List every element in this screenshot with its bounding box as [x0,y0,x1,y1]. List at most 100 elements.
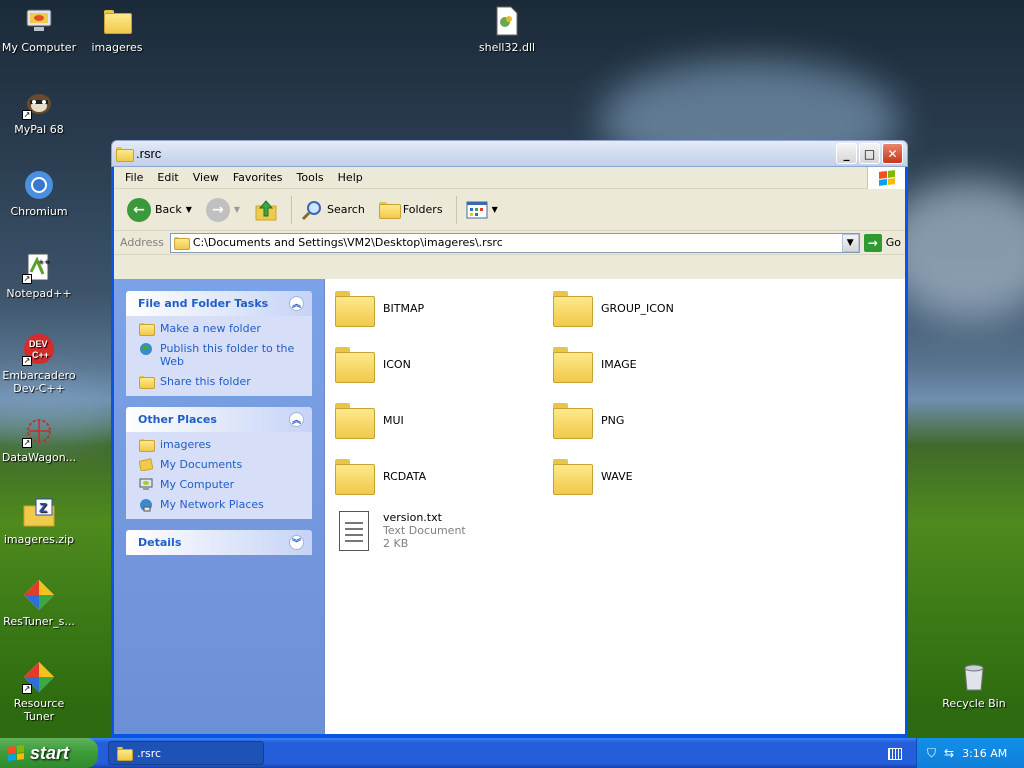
views-button[interactable]: ▼ [461,199,503,221]
task-publish-folder[interactable]: Publish this folder to the Web [138,342,300,368]
address-dropdown-button[interactable]: ▼ [841,233,859,252]
network-icon[interactable]: ⇆ [944,746,954,760]
desktop-icon-label: Embarcadero Dev-C++ [2,369,76,395]
desktop-icon-datawagon[interactable]: ↗ DataWagon... [0,414,78,464]
folder-item[interactable]: RCDATA [335,459,427,495]
folders-button[interactable]: Folders [374,200,448,220]
address-value: C:\Documents and Settings\VM2\Desktop\im… [192,236,503,249]
keyboard-language-icon[interactable] [888,748,902,760]
back-button[interactable]: ← Back ▼ [122,196,197,224]
file-name: MUI [383,413,404,427]
file-name: ICON [383,357,411,371]
desktop-icon-notepadpp[interactable]: ++ ↗ Notepad++ [0,250,78,300]
menu-favorites[interactable]: Favorites [226,171,290,184]
address-bar: Address C:\Documents and Settings\VM2\De… [114,231,905,255]
menu-bar: File Edit View Favorites Tools Help [114,167,905,189]
desktop-icon-recycle-bin[interactable]: Recycle Bin [935,660,1013,710]
taskbar-window-button[interactable]: .rsrc [108,741,264,765]
desktop-icon-shell32[interactable]: shell32.dll [468,4,546,54]
my-computer-icon [22,4,56,38]
windows-logo-icon [867,167,905,189]
desktop-icon-label: ResTuner_s... [3,615,75,628]
place-label: imageres [160,438,212,451]
task-label: Publish this folder to the Web [160,342,295,368]
address-input[interactable]: C:\Documents and Settings\VM2\Desktop\im… [169,232,860,253]
collapse-chevron-icon[interactable]: ︽ [289,412,304,427]
file-name: WAVE [601,469,633,483]
menu-view[interactable]: View [186,171,226,184]
content-area: File and Folder Tasks ︽ Make a new folde… [114,279,905,734]
search-button[interactable]: Search [296,197,370,223]
desktop-icon-label: Resource Tuner [13,697,65,723]
details-header[interactable]: Details ︾ [126,530,312,555]
folder-item[interactable]: MUI [335,403,404,439]
folder-icon [335,347,375,383]
text-document-icon [339,511,369,551]
start-button[interactable]: start [0,738,98,768]
panel-body: Make a new folder Publish this folder to… [126,316,312,396]
task-share-folder[interactable]: Share this folder [138,375,300,390]
file-name: version.txt [383,511,442,524]
task-make-new-folder[interactable]: Make a new folder [138,322,300,337]
folder-item[interactable]: PNG [553,403,625,439]
menu-edit[interactable]: Edit [150,171,185,184]
file-folder-tasks-panel: File and Folder Tasks ︽ Make a new folde… [126,291,312,396]
maximize-button[interactable]: □ [859,143,880,164]
menu-help[interactable]: Help [331,171,370,184]
desktop-icon-label: Chromium [10,205,68,218]
file-item[interactable]: version.txt Text Document 2 KB [339,511,466,551]
file-type: Text Document [383,524,466,537]
shortcut-arrow-icon: ↗ [22,684,32,694]
desktop-icon-imageres[interactable]: imageres [78,4,156,54]
folder-item[interactable]: BITMAP [335,291,424,327]
file-name: RCDATA [383,469,427,483]
up-folder-button[interactable] [249,196,283,224]
folder-icon [335,459,375,495]
svg-text:DEV: DEV [29,339,48,349]
clock[interactable]: 3:16 AM [962,747,1007,760]
menu-file[interactable]: File [118,171,150,184]
go-button[interactable]: → Go [863,233,901,252]
my-documents-icon [138,458,154,471]
zip-folder-icon: Z [22,496,56,530]
menu-tools[interactable]: Tools [290,171,331,184]
views-icon [466,201,488,218]
desktop-icon-label: shell32.dll [478,41,536,54]
folder-item[interactable]: WAVE [553,459,633,495]
minimize-button[interactable]: _ [836,143,857,164]
my-computer-icon [138,478,154,491]
desktop-icon-restuner-setup[interactable]: ResTuner_s... [0,578,78,628]
forward-arrow-icon: → [205,197,230,222]
desktop-icon-label: Recycle Bin [942,697,1006,710]
forward-button[interactable]: → ▼ [201,196,245,224]
desktop-icon-label: DataWagon... [1,451,77,464]
close-button[interactable]: ✕ [882,143,903,164]
folder-item[interactable]: ICON [335,347,411,383]
place-imageres[interactable]: imageres [138,438,300,453]
folder-icon [138,438,155,453]
folder-item[interactable]: IMAGE [553,347,637,383]
place-my-network-places[interactable]: My Network Places [138,498,300,511]
expand-chevron-icon[interactable]: ︾ [289,535,304,550]
security-shield-icon[interactable]: ⛉ [927,746,936,761]
desktop-icon-label: Notepad++ [6,287,72,300]
collapse-chevron-icon[interactable]: ︽ [289,296,304,311]
file-folder-tasks-header[interactable]: File and Folder Tasks ︽ [126,291,312,316]
desktop-icon-resource-tuner[interactable]: ↗ Resource Tuner [0,660,78,723]
desktop-icon-imageres-zip[interactable]: Z imageres.zip [0,496,78,546]
desktop-icon-label: My Computer [1,41,77,54]
desktop-icon-devcpp[interactable]: DEV C++ ↗ Embarcadero Dev-C++ [0,332,78,395]
title-bar[interactable]: .rsrc _ □ ✕ [111,140,908,167]
other-places-header[interactable]: Other Places ︽ [126,407,312,432]
place-my-documents[interactable]: My Documents [138,458,300,471]
folder-icon [553,347,593,383]
svg-text:Z: Z [39,500,47,515]
forward-dropdown-icon[interactable]: ▼ [234,205,240,214]
file-name: PNG [601,413,625,427]
back-dropdown-icon[interactable]: ▼ [186,205,192,214]
desktop-icon-chromium[interactable]: Chromium [0,168,78,218]
desktop-icon-mypal[interactable]: ↗ MyPal 68 [0,86,78,136]
folder-item[interactable]: GROUP_ICON [553,291,674,327]
desktop-icon-my-computer[interactable]: My Computer [0,4,78,54]
place-my-computer[interactable]: My Computer [138,478,300,491]
